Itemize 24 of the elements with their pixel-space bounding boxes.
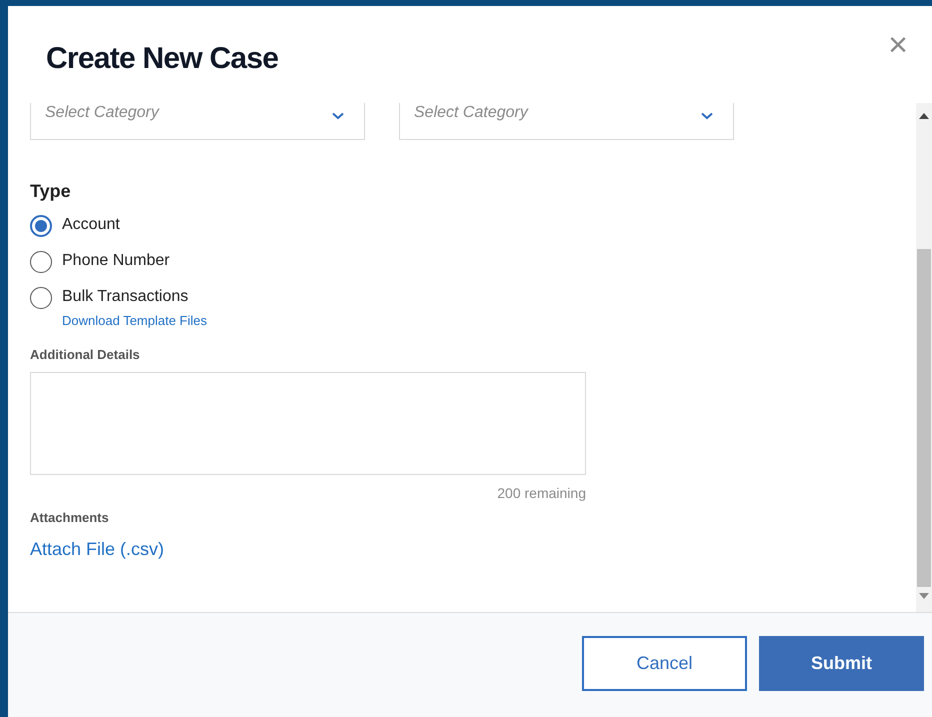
chevron-down-icon xyxy=(701,112,713,120)
scrollbar[interactable] xyxy=(916,103,932,612)
submit-button[interactable]: Submit xyxy=(759,636,924,691)
field-label: Attachments xyxy=(30,509,110,527)
attach-file-link[interactable]: Attach File (.csv) xyxy=(30,536,916,562)
dialog-title: Create New Case xyxy=(46,41,278,77)
radio-label: Bulk Transactions xyxy=(62,287,190,307)
character-counter: 200 remaining xyxy=(497,484,586,503)
download-link[interactable]: Download Template Files xyxy=(62,311,207,330)
close-button[interactable]: × xyxy=(888,28,908,62)
scroll-up-icon[interactable] xyxy=(919,113,929,119)
radio-button[interactable] xyxy=(30,251,52,273)
details-field[interactable] xyxy=(30,372,586,475)
scroll-down-icon[interactable] xyxy=(919,593,929,599)
chevron-down-icon xyxy=(332,112,344,120)
field-label: Additional Details xyxy=(30,346,141,364)
radio-button[interactable] xyxy=(30,287,52,309)
type-heading: Type xyxy=(30,180,72,203)
radio-label: Account xyxy=(62,215,120,235)
category-select[interactable]: Select Category xyxy=(399,103,734,140)
cancel-button[interactable]: Cancel xyxy=(582,636,747,691)
category-select[interactable]: Select Category xyxy=(30,103,365,140)
radio-button[interactable] xyxy=(30,215,52,237)
radio-label: Phone Number xyxy=(62,251,170,271)
